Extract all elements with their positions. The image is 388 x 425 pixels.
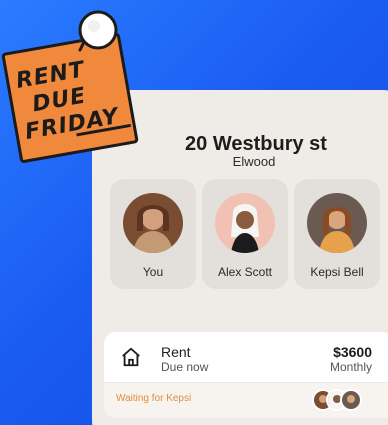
tenant-name: Kepsi Bell: [310, 265, 364, 279]
tenant-card-kepsi-bell[interactable]: Kepsi Bell: [294, 179, 380, 289]
rent-row[interactable]: Rent Due now $3600 Monthly: [104, 332, 388, 382]
paid-tenants-avatars: [312, 389, 372, 413]
rent-amount: $3600: [333, 344, 372, 360]
pushpin-icon: [78, 10, 118, 52]
rent-status: Due now: [161, 360, 209, 374]
tenant-card-you[interactable]: You: [110, 179, 196, 289]
tenant-name: You: [142, 265, 164, 279]
rent-panel: Rent Due now $3600 Monthly Waiting for K…: [104, 332, 388, 418]
avatar: [307, 193, 367, 253]
payment-status-row: Waiting for Kepsi: [104, 383, 388, 418]
avatar: [123, 193, 183, 253]
mini-avatar: [340, 389, 362, 411]
property-address: 20 Westbury st: [185, 133, 327, 155]
waiting-status: Waiting for Kepsi: [116, 393, 192, 404]
tenant-name: Alex Scott: [217, 265, 273, 279]
home-icon: [122, 347, 140, 367]
property-suburb: Elwood: [232, 154, 276, 169]
rent-frequency: Monthly: [329, 360, 372, 374]
avatar: [215, 193, 275, 253]
tenant-card-alex-scott[interactable]: Alex Scott: [202, 179, 288, 289]
rent-label: Rent: [161, 344, 191, 360]
